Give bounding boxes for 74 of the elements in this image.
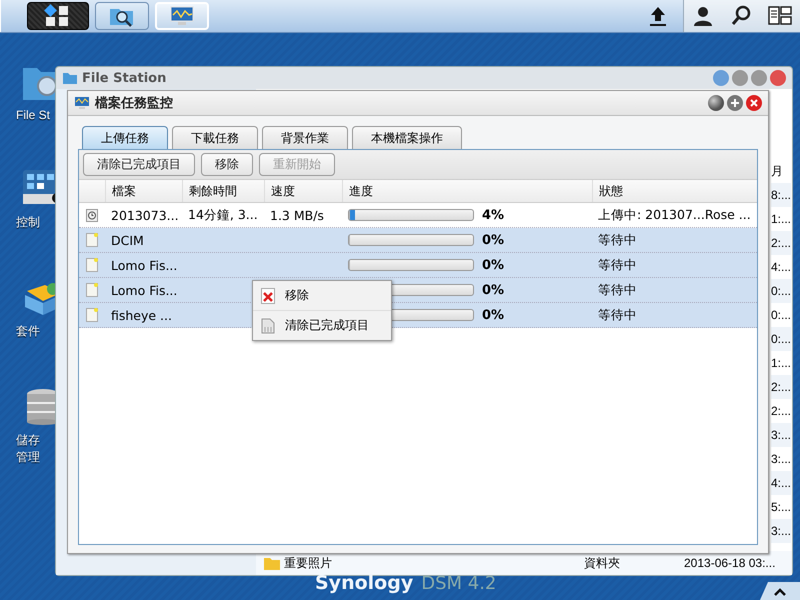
table-cell-text: 等待中 — [597, 306, 638, 324]
column-header[interactable]: 狀態 — [592, 180, 757, 202]
tab[interactable]: 本機檔案操作 — [352, 126, 462, 149]
table-cell-text: 4:... — [771, 259, 791, 276]
desktop-icon-label[interactable]: 控制 — [10, 214, 40, 231]
toolbar-button[interactable]: 清除已完成項目 — [83, 153, 195, 176]
file-station-button[interactable] — [95, 2, 149, 30]
table-cell: 0:... — [771, 327, 791, 351]
table-cell-text: 3:... — [771, 451, 791, 468]
desktop-icon-label[interactable]: 儲存 管理 — [10, 432, 40, 466]
document-icon — [261, 318, 275, 334]
task-row[interactable]: Lomo Fis... 0% 等待中 — [79, 253, 757, 278]
percent-text: 4% — [482, 208, 504, 222]
table-cell-text: 1:... — [771, 355, 791, 372]
table-cell-text: 5:... — [771, 499, 791, 516]
table-cell-text: 等待中 — [597, 232, 638, 248]
monitor-icon — [74, 96, 90, 110]
file-icon — [86, 283, 98, 297]
column-header[interactable]: 月 — [771, 159, 791, 183]
table-cell-text: Lomo Fis... — [110, 258, 178, 272]
table-cell-text: 1:... — [771, 211, 791, 228]
task-monitor-button[interactable] — [155, 2, 209, 30]
table-cell-text: Lomo Fis... — [110, 282, 178, 298]
table-cell-text: 等待中 — [597, 256, 638, 274]
toolbar-button[interactable]: 移除 — [201, 153, 253, 176]
caret-icon[interactable] — [760, 582, 800, 600]
search-icon[interactable] — [730, 5, 752, 27]
table-cell-text: 2:... — [771, 403, 791, 420]
table-cell: 1.3 MB/s — [270, 208, 324, 222]
table-cell: 2:... — [771, 231, 791, 255]
monitor-icon — [169, 5, 195, 27]
table-cell: 4:... — [771, 471, 791, 495]
table-cell: 3:... — [771, 519, 791, 543]
table-cell-text: DCIM — [110, 232, 145, 248]
tab[interactable]: 背景作業 — [262, 126, 348, 149]
table-cell: 3:... — [771, 423, 791, 447]
column-header[interactable]: 檔案 — [105, 180, 182, 202]
main-menu-button[interactable] — [27, 2, 89, 30]
table-cell: 0:... — [771, 279, 791, 303]
brand-logo-text: Synology — [315, 572, 414, 594]
table-cell-text: 等待中 — [597, 282, 638, 298]
delete-file-icon — [261, 288, 275, 304]
percent-text: 0% — [482, 258, 504, 272]
tab[interactable]: 下載任務 — [172, 126, 258, 149]
percent-text: 0% — [482, 232, 504, 248]
product-version-text: DSM 4.2 — [421, 573, 496, 594]
file-icon — [86, 308, 98, 322]
clock-icon — [86, 208, 98, 222]
window-title: 檔案任務監控 — [95, 94, 173, 112]
column-header[interactable]: 進度 — [342, 180, 592, 202]
table-cell: 8:... — [771, 183, 791, 207]
table-cell: 2:... — [771, 375, 791, 399]
folder-icon — [62, 70, 78, 86]
task-row[interactable]: DCIM 0% 等待中 — [79, 228, 757, 253]
upload-icon[interactable] — [647, 5, 669, 27]
percent-text: 0% — [482, 308, 504, 322]
desktop-icon-label[interactable]: 套件 — [10, 323, 40, 340]
column-header[interactable]: 速度 — [264, 180, 342, 202]
user-icon[interactable] — [692, 5, 714, 27]
table-cell-text: fisheye ... — [110, 308, 173, 322]
table-cell-text: 0:... — [771, 307, 791, 324]
folder-icon — [264, 556, 280, 570]
table-cell-text: 上傳中: 201307...Rose ... — [597, 206, 752, 224]
column-header[interactable]: 剩餘時間 — [182, 180, 264, 202]
file-icon — [86, 233, 98, 247]
file-icon — [86, 258, 98, 272]
table-cell-text: 2013073... — [110, 208, 180, 222]
percent-text: 0% — [482, 282, 504, 298]
menu-item[interactable]: 清除已完成項目 — [253, 310, 391, 340]
window-title: File Station — [82, 70, 166, 86]
widgets-icon[interactable] — [768, 5, 792, 27]
desktop-icon-label[interactable]: File St — [10, 108, 50, 122]
tab[interactable]: 上傳任務 — [82, 126, 168, 149]
table-cell: 14分鐘, 3... — [188, 206, 258, 222]
